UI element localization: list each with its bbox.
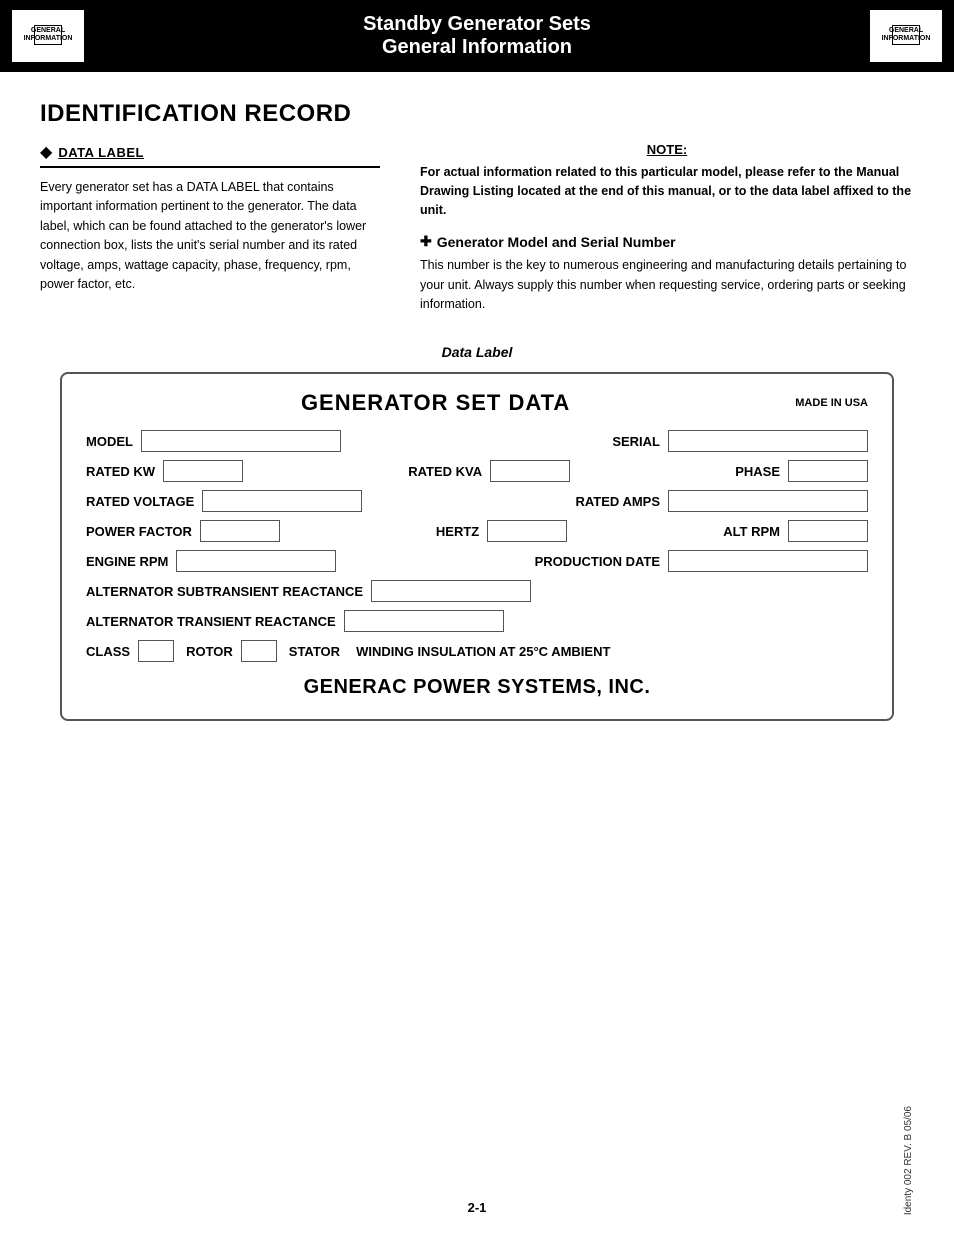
rated-kva-label: RATED KVA [408, 464, 482, 479]
alternator-sub-row: ALTERNATOR SUBTRANSIENT REACTANCE [86, 580, 868, 602]
alternator-trans-field-box [344, 610, 504, 632]
winding-label: WINDING INSULATION AT 25°C AMBIENT [356, 644, 610, 659]
generator-model-body: This number is the key to numerous engin… [420, 256, 914, 314]
engine-rpm-label: ENGINE RPM [86, 554, 168, 569]
production-date-field-box [668, 550, 868, 572]
card-title-row: GENERATOR SET DATA MADE IN USA [86, 390, 868, 416]
rated-amps-label: RATED AMPS [576, 494, 661, 509]
rated-kw-label: RATED KW [86, 464, 155, 479]
alt-rpm-field-box [788, 520, 868, 542]
data-label-heading: DATA LABEL [58, 145, 144, 160]
logo-icon-right: GENERALINFORMATION [892, 25, 920, 45]
header-title: Standby Generator Sets General Informati… [84, 13, 870, 59]
rated-kw-kva-phase-row: RATED KW RATED KVA PHASE [86, 460, 868, 482]
page-number: 2-1 [331, 1200, 622, 1215]
alternator-sub-field-box [371, 580, 531, 602]
model-serial-row: MODEL SERIAL [86, 430, 868, 452]
serial-label: SERIAL [612, 434, 660, 449]
header-logo-left: GENERALINFORMATION [12, 10, 84, 62]
data-label-body: Every generator set has a DATA LABEL tha… [40, 178, 380, 294]
class-rotor-stator-row: CLASS ROTOR STATOR WINDING INSULATION AT… [86, 640, 868, 662]
class-field-box [138, 640, 174, 662]
data-label-section-header: ◆ DATA LABEL [40, 142, 380, 168]
power-factor-hertz-altrpm-row: POWER FACTOR HERTZ ALT RPM [86, 520, 868, 542]
note-text: For actual information related to this p… [420, 163, 914, 219]
engine-rpm-prod-date-row: ENGINE RPM PRODUCTION DATE [86, 550, 868, 572]
header-title-line1: Standby Generator Sets [84, 13, 870, 36]
alternator-trans-label: ALTERNATOR TRANSIENT REACTANCE [86, 614, 336, 629]
hertz-label: HERTZ [436, 524, 479, 539]
alt-rpm-label: ALT RPM [723, 524, 780, 539]
logo-text-left: GENERALINFORMATION [24, 27, 73, 42]
rated-voltage-amps-row: RATED VOLTAGE RATED AMPS [86, 490, 868, 512]
right-column: NOTE: For actual information related to … [420, 142, 914, 314]
model-label: MODEL [86, 434, 133, 449]
serial-field-box [668, 430, 868, 452]
page-header: GENERALINFORMATION Standby Generator Set… [0, 0, 954, 72]
rated-kw-field-box [163, 460, 243, 482]
main-content: IDENTIFICATION RECORD ◆ DATA LABEL Every… [0, 72, 954, 761]
hertz-field-box [487, 520, 567, 542]
rotor-label: ROTOR [186, 644, 233, 659]
logo-icon-left: GENERALINFORMATION [34, 25, 62, 45]
alternator-trans-row: ALTERNATOR TRANSIENT REACTANCE [86, 610, 868, 632]
power-factor-field-box [200, 520, 280, 542]
model-field-box [141, 430, 341, 452]
logo-text-right: GENERALINFORMATION [882, 27, 931, 42]
left-column: ◆ DATA LABEL Every generator set has a D… [40, 142, 380, 314]
diamond-icon: ◆ [40, 142, 52, 162]
page-footer: 2-1 Identy 002 REV. B 05/06 [0, 1106, 954, 1215]
generator-model-heading-text: Generator Model and Serial Number [437, 234, 676, 250]
stator-label: STATOR [289, 644, 340, 659]
alternator-sub-label: ALTERNATOR SUBTRANSIENT REACTANCE [86, 584, 363, 599]
rated-amps-field-box [668, 490, 868, 512]
data-label-caption: Data Label [40, 344, 914, 360]
generator-model-heading: ✚ Generator Model and Serial Number [420, 233, 914, 250]
power-factor-label: POWER FACTOR [86, 524, 192, 539]
made-in-usa: MADE IN USA [795, 397, 868, 409]
rated-voltage-label: RATED VOLTAGE [86, 494, 194, 509]
rated-voltage-field-box [202, 490, 362, 512]
card-footer: GENERAC POWER SYSTEMS, INC. [86, 676, 868, 699]
class-label: CLASS [86, 644, 130, 659]
data-label-card: GENERATOR SET DATA MADE IN USA MODEL SER… [60, 372, 894, 721]
engine-rpm-field-box [176, 550, 336, 572]
phase-field-box [788, 460, 868, 482]
card-title: GENERATOR SET DATA [86, 390, 785, 416]
phase-label: PHASE [735, 464, 780, 479]
page-title: IDENTIFICATION RECORD [40, 100, 914, 128]
two-column-layout: ◆ DATA LABEL Every generator set has a D… [40, 142, 914, 314]
production-date-label: PRODUCTION DATE [535, 554, 660, 569]
note-label: NOTE: [420, 142, 914, 157]
doc-ref: Identy 002 REV. B 05/06 [903, 1106, 914, 1215]
cross-icon: ✚ [420, 233, 432, 250]
rotor-field-box [241, 640, 277, 662]
rated-kva-field-box [490, 460, 570, 482]
header-logo-right: GENERALINFORMATION [870, 10, 942, 62]
header-title-line2: General Information [84, 36, 870, 59]
